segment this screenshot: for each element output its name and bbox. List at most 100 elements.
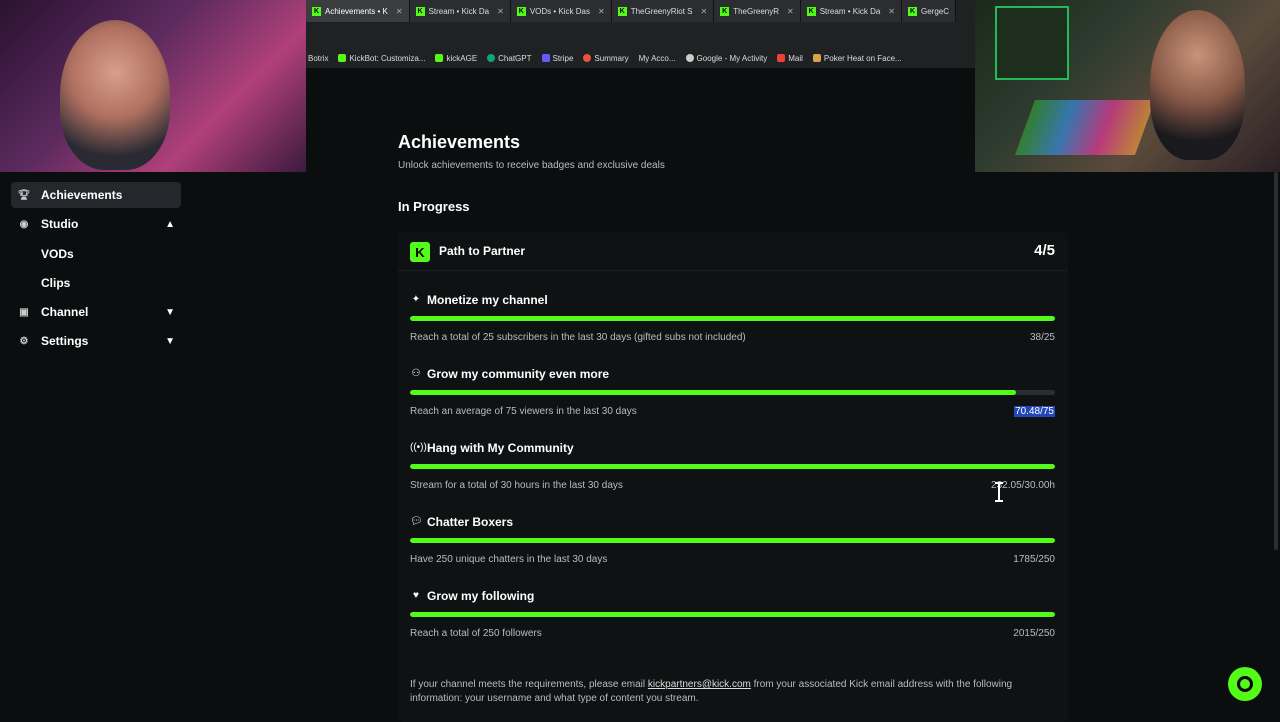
close-icon[interactable]: ✕ — [396, 7, 403, 16]
card-title: Path to Partner — [439, 244, 526, 258]
close-icon[interactable]: ✕ — [497, 7, 504, 16]
progress-bar — [410, 538, 1055, 543]
sidebar-item-settings[interactable]: ⚙ Settings ▼ — [11, 328, 181, 354]
kickbot-icon — [338, 54, 347, 62]
kick-icon: K — [516, 6, 526, 16]
mail-icon — [777, 54, 786, 62]
close-icon[interactable]: ✕ — [701, 7, 708, 16]
task-description: Reach a total of 25 subscribers in the l… — [410, 332, 746, 343]
task-title: Grow my community even more — [427, 367, 610, 381]
kick-icon: K — [908, 6, 917, 16]
kick-icon: K — [415, 6, 425, 16]
task-item: ⚇ Grow my community even more Reach an a… — [410, 367, 1055, 434]
tab-gerge[interactable]: K GergeC — [902, 0, 957, 22]
task-title: Hang with My Community — [427, 441, 574, 455]
tab-stream-2[interactable]: K Stream • Kick Da ✕ — [800, 0, 902, 22]
poker-icon — [812, 54, 821, 62]
webcam-right — [975, 0, 1280, 172]
studio-icon: ◉ — [19, 218, 29, 230]
bookmark[interactable]: ChatGPT — [487, 54, 532, 63]
tab-vods[interactable]: K VODs • Kick Das ✕ — [510, 0, 612, 22]
chevron-up-icon[interactable]: ▲ — [165, 219, 175, 230]
task-description: Reach a total of 250 followers — [410, 628, 542, 639]
sidebar-item-studio[interactable]: ◉ Studio ▲ — [11, 211, 181, 237]
tab-stream[interactable]: K Stream • Kick Da ✕ — [409, 0, 511, 22]
bookmark[interactable]: My Acco... — [639, 54, 676, 63]
task-title: Chatter Boxers — [427, 515, 514, 529]
kick-icon: K — [806, 6, 816, 16]
kick-icon — [435, 54, 444, 62]
close-icon[interactable]: ✕ — [598, 7, 605, 16]
kick-icon: K — [617, 6, 627, 16]
chevron-down-icon[interactable]: ▼ — [165, 307, 175, 318]
chatgpt-icon — [487, 54, 496, 62]
kick-icon: K — [312, 6, 321, 16]
sparkle-icon: ✦ — [411, 294, 421, 305]
task-title: Grow my following — [427, 589, 535, 603]
sidebar-item-channel[interactable]: ▣ Channel ▼ — [11, 299, 181, 325]
card-header: K Path to Partner 4/5 — [398, 232, 1068, 271]
webcam-left — [0, 0, 306, 172]
trophy-icon: 🏆︎ — [17, 189, 31, 201]
browser-chrome: K Achievements • K ✕ K Stream • Kick Da ✕ KV… — [306, 0, 975, 68]
streamer-figure — [1150, 10, 1245, 160]
kick-icon: K — [720, 6, 730, 16]
channel-icon: ▣ — [19, 306, 29, 318]
sidebar-item-clips[interactable]: Clips — [41, 276, 70, 290]
sidebar-item-achievements[interactable]: 🏆︎ Achievements — [11, 182, 181, 208]
tab-greenyriot[interactable]: K TheGreenyRiot S ✕ — [611, 0, 715, 22]
bookmark[interactable]: kickAGE — [435, 54, 477, 63]
bookmark[interactable]: Summary — [583, 54, 629, 63]
section-title: In Progress — [398, 199, 470, 214]
summary-icon — [583, 54, 592, 62]
task-title: Monetize my channel — [427, 293, 548, 307]
partner-footer-note: If your channel meets the requirements, … — [410, 679, 1013, 704]
community-icon: ⚇ — [411, 368, 421, 379]
streamer-figure — [60, 20, 170, 170]
support-chat-button[interactable] — [1228, 667, 1262, 701]
progress-bar — [410, 612, 1055, 617]
bookmark[interactable]: Poker Heat on Face... — [812, 54, 902, 63]
tab-achievements[interactable]: K Achievements • K ✕ — [306, 0, 410, 22]
task-item: ✦ Monetize my channel Reach a total of 2… — [410, 293, 1055, 360]
sidebar-item-vods[interactable]: VODs — [41, 247, 74, 261]
bookmark[interactable]: Google - My Activity — [685, 54, 767, 63]
task-description: Stream for a total of 30 hours in the la… — [410, 480, 623, 491]
task-item: ♥ Grow my following Reach a total of 250… — [410, 589, 1055, 656]
task-item: ((•)) Hang with My Community Stream for … — [410, 441, 1055, 508]
task-value: 38/25 — [1029, 332, 1055, 343]
tab-greenyriot-2[interactable]: K TheGreenyR ✕ — [714, 0, 801, 22]
stripe-icon — [541, 54, 550, 62]
scrollbar[interactable] — [1274, 172, 1278, 550]
task-item: 💬︎ Chatter Boxers Have 250 unique chatte… — [410, 515, 1055, 582]
task-value-selected: 70.48/75 — [1014, 406, 1055, 417]
card-count: 4/5 — [1034, 242, 1055, 259]
progress-bar — [410, 390, 1055, 395]
progress-fill — [410, 316, 1055, 321]
bookmark[interactable]: Stripe — [541, 54, 573, 63]
sidebar: 🏆︎ Achievements ◉ Studio ▲ VODs Clips ▣ … — [0, 172, 190, 720]
email-link[interactable]: kickpartners@kick.com — [648, 679, 751, 690]
progress-fill — [410, 464, 1055, 469]
chat-icon: 💬︎ — [410, 516, 423, 527]
tab-strip: K Achievements • K ✕ K Stream • Kick Da ✕ KV… — [306, 0, 957, 22]
page-title: Achievements — [398, 132, 521, 152]
close-icon[interactable]: ✕ — [888, 7, 895, 16]
task-value: 1785/250 — [1013, 554, 1055, 565]
globe-icon — [685, 54, 694, 62]
chevron-down-icon[interactable]: ▼ — [165, 336, 175, 347]
task-description: Reach an average of 75 viewers in the la… — [410, 406, 637, 417]
rgb-keyboard — [1014, 100, 1156, 155]
progress-fill — [410, 612, 1055, 617]
bookmark[interactable]: Botrix — [308, 54, 328, 63]
close-icon[interactable]: ✕ — [787, 7, 794, 16]
heart-icon: ♥ — [413, 590, 419, 601]
wall-poster — [995, 6, 1069, 80]
task-description: Have 250 unique chatters in the last 30 … — [410, 554, 608, 565]
kick-logo-icon: K — [410, 242, 430, 262]
bookmark[interactable]: KickBot: Customiza... — [338, 54, 425, 63]
text-cursor-icon — [995, 482, 1003, 502]
progress-bar — [410, 316, 1055, 321]
bookmark[interactable]: Mail — [777, 54, 803, 63]
gear-icon: ⚙ — [19, 335, 29, 347]
